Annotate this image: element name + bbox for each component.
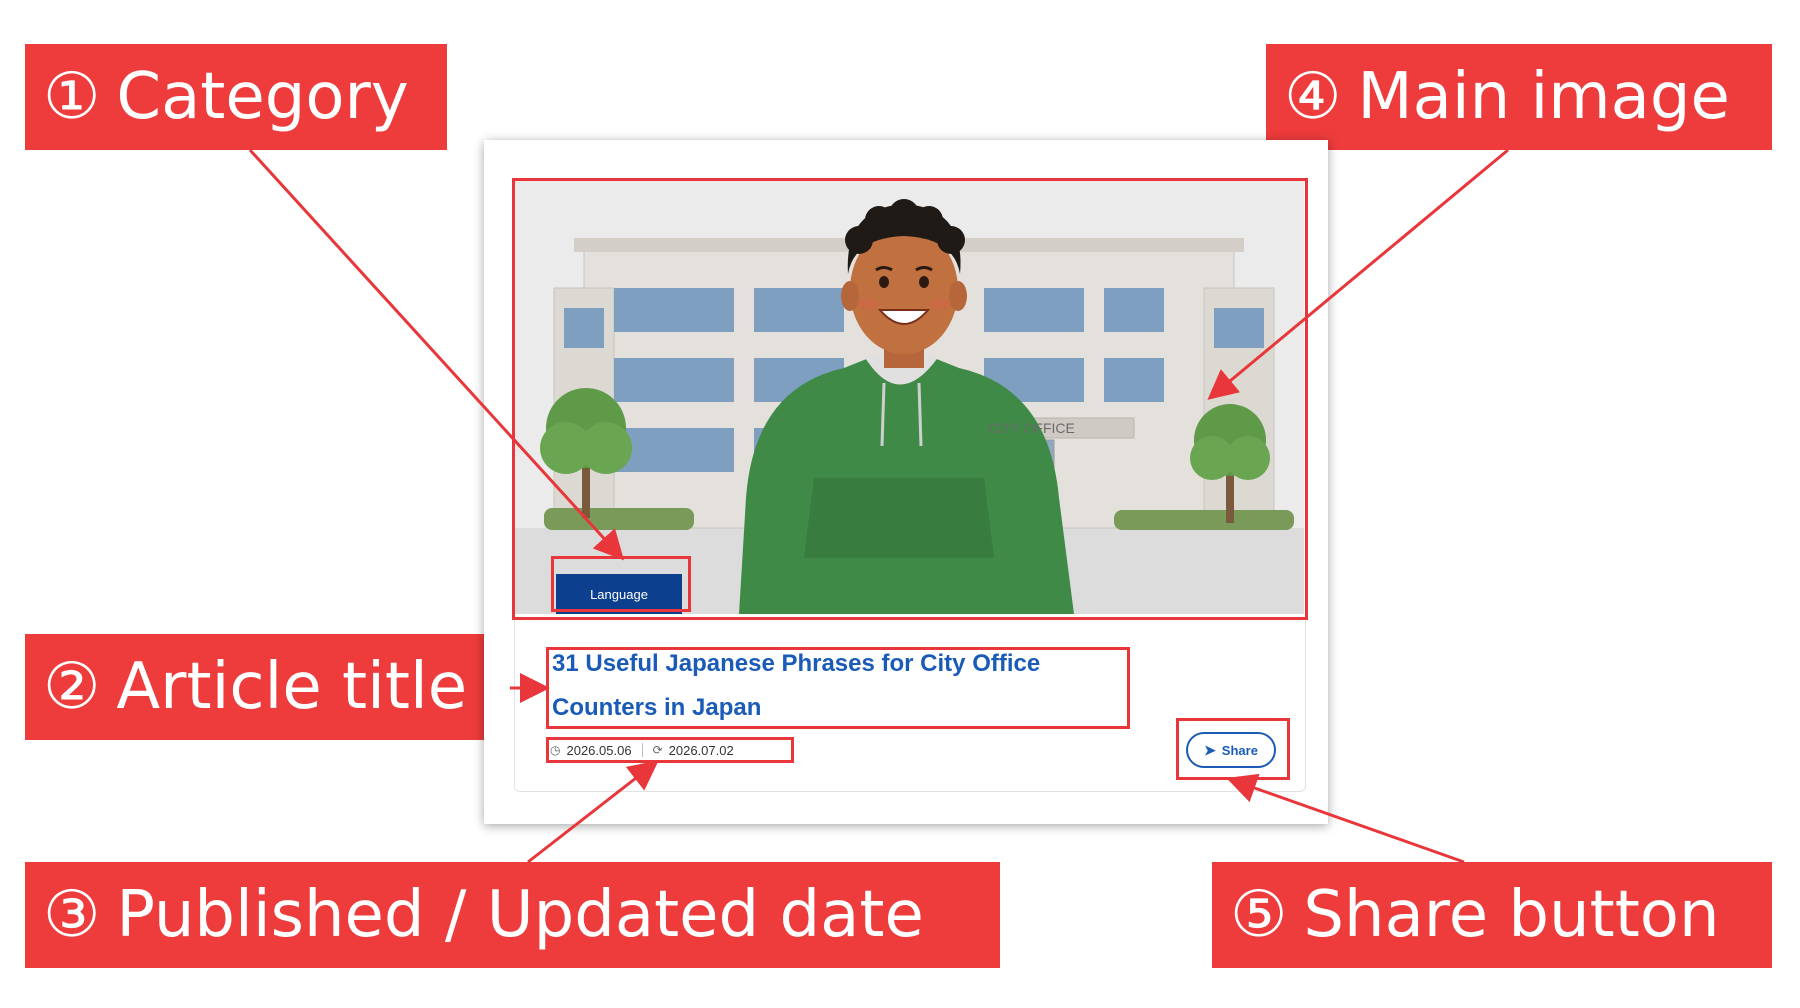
arrow-share-button — [1226, 773, 1465, 864]
callout-arrows — [248, 148, 1509, 864]
arrow-dates — [527, 760, 659, 864]
arrow-main-image — [1207, 148, 1509, 400]
arrow-category — [248, 148, 625, 561]
